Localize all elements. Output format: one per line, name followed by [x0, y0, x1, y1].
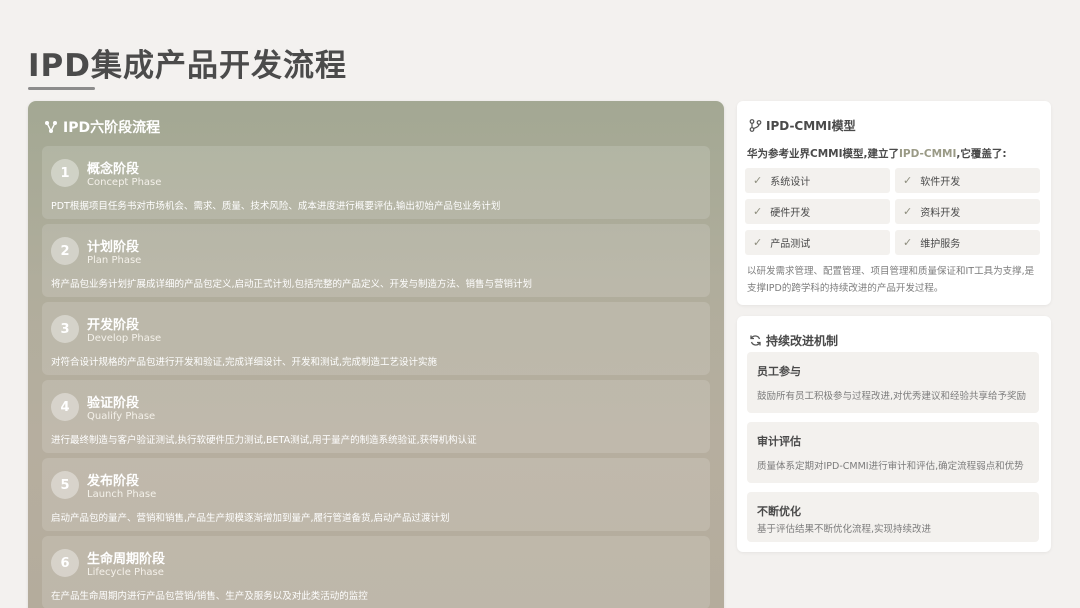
mechanism-desc: 鼓励所有员工积极参与过程改进,对优秀建议和经验共享给予奖励 — [757, 391, 1027, 402]
phase-description: 在产品生命周期内进行产品包营销/销售、生产及服务以及对此类活动的监控 — [51, 591, 368, 602]
feature-item: ✓ 硬件开发 — [745, 199, 890, 224]
phase-description: PDT根据项目任务书对市场机会、需求、质量、技术风险、成本进度进行概要评估,输出… — [51, 201, 501, 212]
cmmi-header-label: IPD-CMMI模型 — [766, 119, 856, 133]
feature-label: 软件开发 — [920, 177, 961, 188]
mechanism-desc: 质量体系定期对IPD-CMMI进行审计和评估,确定流程弱点和优势 — [757, 461, 1024, 472]
feature-item: ✓ 维护服务 — [895, 230, 1040, 255]
feature-item: ✓ 软件开发 — [895, 168, 1040, 193]
phase-card-develop[interactable]: 3 开发阶段 Develop Phase 对符合设计规格的产品包进行开发和验证,… — [42, 302, 710, 375]
phase-number: 3 — [51, 315, 79, 343]
feature-item: ✓ 资料开发 — [895, 199, 1040, 224]
mechanism-item: 员工参与 鼓励所有员工积极参与过程改进,对优秀建议和经验共享给予奖励 — [747, 352, 1039, 413]
cmmi-intro: 华为参考业界CMMI模型,建立了IPD-CMMI,它覆盖了: — [747, 146, 1007, 161]
mechanism-title: 不断优化 — [757, 505, 801, 518]
check-icon: ✓ — [903, 236, 913, 249]
check-icon: ✓ — [903, 174, 913, 187]
phase-english-name: Qualify Phase — [87, 411, 156, 422]
phase-card-qualify[interactable]: 4 验证阶段 Qualify Phase 进行最终制造与客户验证测试,执行软硬件… — [42, 380, 710, 453]
flow-icon — [45, 121, 57, 133]
check-icon: ✓ — [753, 236, 763, 249]
mechanism-item: 不断优化 基于评估结果不断优化流程,实现持续改进 — [747, 492, 1039, 542]
phase-name: 开发阶段 — [87, 318, 140, 333]
title-underline — [28, 87, 95, 90]
feature-label: 维护服务 — [920, 239, 961, 250]
cmmi-footer: 以研发需求管理、配置管理、项目管理和质量保证和IT工具为支撑,是支撑IPD的跨学… — [747, 266, 1035, 294]
phase-number: 4 — [51, 393, 79, 421]
phase-name: 生命周期阶段 — [87, 552, 166, 567]
cmmi-intro-highlight: IPD-CMMI — [899, 148, 957, 160]
mechanism-title: 审计评估 — [757, 435, 801, 448]
phase-name: 发布阶段 — [87, 474, 140, 489]
phase-name: 计划阶段 — [87, 240, 140, 255]
phase-card-concept[interactable]: 1 概念阶段 Concept Phase PDT根据项目任务书对市场机会、需求、… — [42, 146, 710, 219]
phase-english-name: Launch Phase — [87, 489, 157, 500]
check-icon: ✓ — [753, 174, 763, 187]
cmmi-header: IPD-CMMI模型 — [749, 117, 856, 134]
feature-item: ✓ 系统设计 — [745, 168, 890, 193]
phase-description: 进行最终制造与客户验证测试,执行软硬件压力测试,BETA测试,用于量产的制造系统… — [51, 435, 477, 446]
ipd-phases-panel: IPD六阶段流程 1 概念阶段 Concept Phase PDT根据项目任务书… — [28, 101, 724, 608]
phase-description: 对符合设计规格的产品包进行开发和验证,完成详细设计、开发和测试,完成制造工艺设计… — [51, 357, 438, 368]
feature-label: 硬件开发 — [770, 208, 811, 219]
refresh-icon — [750, 335, 761, 346]
phase-card-plan[interactable]: 2 计划阶段 Plan Phase 将产品包业务计划扩展成详细的产品包定义,启动… — [42, 224, 710, 297]
phase-english-name: Plan Phase — [87, 255, 142, 266]
phase-description: 将产品包业务计划扩展成详细的产品包定义,启动正式计划,包括完整的产品定义、开发与… — [51, 279, 533, 290]
branch-icon — [749, 119, 762, 132]
phase-card-lifecycle[interactable]: 6 生命周期阶段 Lifecycle Phase 在产品生命周期内进行产品包营销… — [42, 536, 710, 608]
phases-header: IPD六阶段流程 — [44, 117, 160, 137]
phase-english-name: Develop Phase — [87, 333, 162, 344]
check-icon: ✓ — [753, 205, 763, 218]
improvement-header: 持续改进机制 — [749, 332, 838, 349]
feature-item: ✓ 产品测试 — [745, 230, 890, 255]
phase-number: 1 — [51, 159, 79, 187]
phase-description: 启动产品包的量产、营销和销售,产品生产规模逐渐增加到量产,履行管道备货,启动产品… — [51, 513, 450, 524]
phase-english-name: Concept Phase — [87, 177, 162, 188]
cmmi-intro-prefix: 华为参考业界CMMI模型,建立了 — [747, 148, 899, 160]
feature-label: 资料开发 — [920, 208, 961, 219]
phase-number: 6 — [51, 549, 79, 577]
phases-header-label: IPD六阶段流程 — [63, 120, 161, 136]
improvement-card: 持续改进机制 员工参与 鼓励所有员工积极参与过程改进,对优秀建议和经验共享给予奖… — [737, 316, 1051, 552]
feature-label: 产品测试 — [770, 239, 811, 250]
phase-name: 验证阶段 — [87, 396, 140, 411]
improvement-header-label: 持续改进机制 — [766, 334, 839, 348]
mechanism-desc: 基于评估结果不断优化流程,实现持续改进 — [757, 524, 932, 535]
check-icon: ✓ — [903, 205, 913, 218]
phase-english-name: Lifecycle Phase — [87, 567, 164, 578]
cmmi-intro-suffix: ,它覆盖了: — [956, 148, 1007, 160]
phase-card-launch[interactable]: 5 发布阶段 Launch Phase 启动产品包的量产、营销和销售,产品生产规… — [42, 458, 710, 531]
phase-name: 概念阶段 — [87, 162, 140, 177]
mechanism-title: 员工参与 — [757, 365, 801, 378]
page-title: IPD集成产品开发流程 — [28, 48, 347, 84]
cmmi-card: IPD-CMMI模型 华为参考业界CMMI模型,建立了IPD-CMMI,它覆盖了… — [737, 101, 1051, 305]
phase-number: 2 — [51, 237, 79, 265]
feature-label: 系统设计 — [770, 177, 811, 188]
mechanism-item: 审计评估 质量体系定期对IPD-CMMI进行审计和评估,确定流程弱点和优势 — [747, 422, 1039, 483]
phase-number: 5 — [51, 471, 79, 499]
